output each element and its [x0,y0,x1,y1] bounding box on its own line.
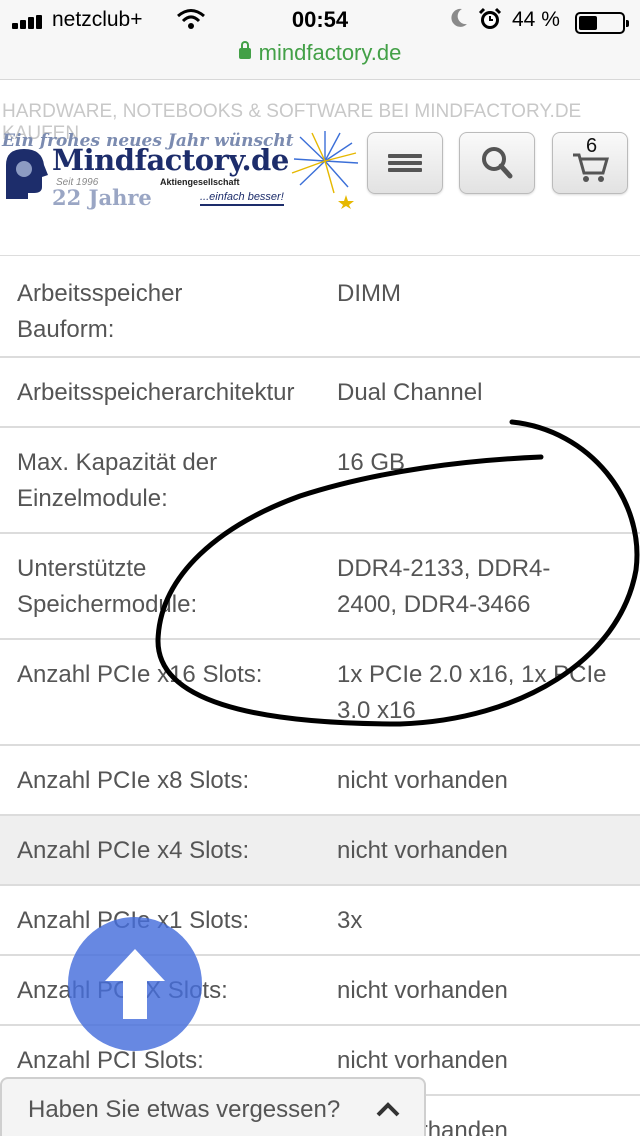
spec-value: 3x [337,903,637,939]
cart-button[interactable]: 6 [552,132,628,194]
spec-label-line: Anzahl PCIe x8 Slots: [17,767,250,794]
spec-label: Anzahl PCIe x8 Slots: [17,763,249,799]
spec-value-line: nicht vorhanden [337,767,508,794]
spec-label-line: Arbeitsspeicherarchitektur [17,379,295,406]
spec-label: Anzahl PCIe x16 Slots: [17,657,262,693]
spec-value: nicht vorhanden [337,1043,637,1079]
search-button[interactable] [459,132,535,194]
logo-slogan: ...einfach besser! [200,191,284,206]
spec-value: nicht vorhanden [337,973,637,1009]
browser-status-bar: netzclub+ 00:54 44 % mindfactory.de [0,0,640,80]
spec-value: 16 GB [337,445,637,481]
spec-value-line: 16 GB [337,449,406,476]
spec-label: Max. Kapazität der Einzelmodule: [17,445,217,517]
spec-label-line: Einzelmodule: [17,485,168,512]
spec-row: Unterstützte Speichermodule: DDR4-2133, DD… [0,534,640,640]
spec-label-line: Anzahl PCI Slots: [17,1047,204,1074]
spec-value: 1x PCIe 2.0 x16, 1x PCIe 3.0 x16 [337,657,637,729]
spec-label-line: Bauform: [17,316,115,343]
spec-label: Anzahl PCIe x4 Slots: [17,833,249,869]
search-icon [482,147,513,179]
spec-row: Arbeitsspeicherarchitektur Dual Channel [0,358,640,428]
spec-label: Arbeitsspeicher Bauform: [17,276,182,348]
alarm-clock-icon [478,7,502,29]
hamburger-icon [388,154,422,172]
spec-value: nicht vorhanden [337,763,637,799]
lock-icon [238,41,251,59]
spec-label-line: Anzahl PCIe x16 Slots: [17,661,263,688]
spec-label-line: Arbeitsspeicher [17,280,183,307]
ios-status-row: netzclub+ 00:54 44 % [0,6,640,36]
spec-label: Arbeitsspeicherarchitektur [17,375,294,411]
spec-value: Dual Channel [337,375,637,411]
spec-label-line: Unterstützte [17,555,147,582]
spec-row: Anzahl PCIe x8 Slots: nicht vorhanden [0,746,640,816]
spec-label-line: Max. Kapazität der [17,449,218,476]
site-header: HARDWARE, NOTEBOOKS & SOFTWARE BEI MINDF… [0,81,640,236]
logo-name: Mindfactory.de [52,143,289,177]
spec-label-line: Anzahl PCIe x4 Slots: [17,837,250,864]
spec-value-line: 3x [337,907,363,934]
forgot-something-bar[interactable]: Haben Sie etwas vergessen? [0,1077,426,1136]
logo-legal-form: Aktiengesellschaft [160,177,240,187]
scroll-to-top-button[interactable] [68,917,202,1051]
spec-value: DDR4-2133, DDR4- 2400, DDR4-3466 [337,551,637,623]
logo-head-icon [6,149,48,199]
forgot-something-text: Haben Sie etwas vergessen? [28,1096,341,1123]
spec-value-line: nicht vorhanden [337,977,508,1004]
spec-value-line: nicht vorhanden [337,1047,508,1074]
mindfactory-logo[interactable]: Ein frohes neues Jahr wünscht Mindfactor… [0,129,360,210]
chevron-up-icon [376,1102,400,1117]
table-row-clipped [0,236,640,256]
spec-row: Anzahl PCIe x16 Slots: 1x PCIe 2.0 x16, 1… [0,640,640,746]
spec-label-line: Speichermodule: [17,591,198,618]
spec-value-line: 3.0 x16 [337,697,416,724]
url-text: mindfactory.de [258,40,402,65]
cart-count-badge: 6 [586,135,598,157]
spec-value: DIMM [337,276,637,312]
spec-row: Arbeitsspeicher Bauform: DIMM [0,256,640,358]
logo-years: 22 Jahre [52,185,152,210]
battery-percent: 44 % [512,8,560,31]
spec-value-line: Dual Channel [337,379,483,406]
fireworks-icon [291,131,359,209]
spec-row: Max. Kapazität der Einzelmodule: 16 GB [0,428,640,534]
battery-icon [575,12,629,34]
spec-row: Anzahl PCIe x4 Slots: nicht vorhanden [0,816,640,886]
menu-button[interactable] [367,132,443,194]
spec-value-line: 2400, DDR4-3466 [337,591,531,618]
url-bar[interactable]: mindfactory.de [0,40,640,66]
spec-value-line: DIMM [337,280,401,307]
moon-icon [451,8,467,27]
arrow-up-icon [105,949,165,1019]
spec-value-line: DDR4-2133, DDR4- [337,555,551,582]
spec-label: Anzahl PCI Slots: [17,1043,204,1079]
spec-value-line: 1x PCIe 2.0 x16, 1x PCIe [337,661,607,688]
spec-label: Unterstützte Speichermodule: [17,551,197,623]
spec-value: nicht vorhanden [337,833,637,869]
spec-value-line: nicht vorhanden [337,837,508,864]
